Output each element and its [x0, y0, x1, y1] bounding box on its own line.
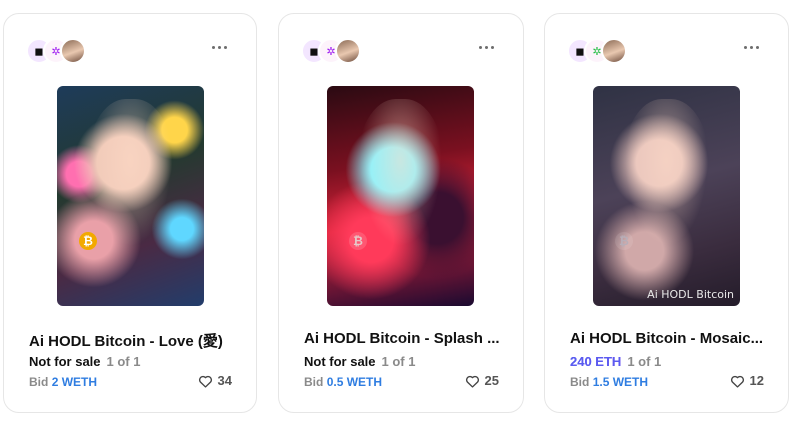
artwork-figure	[86, 99, 175, 254]
status-text: Not for sale	[304, 354, 376, 369]
nft-card[interactable]: ◼ ✲ ₿ Ai HODL Bitcoin - Love (愛) Not for…	[3, 13, 257, 413]
heart-icon	[730, 375, 744, 388]
like-button[interactable]: 34	[198, 373, 232, 388]
more-options-icon[interactable]	[744, 42, 762, 52]
bid-info: Bid 1.5 WETH	[570, 375, 648, 389]
creator-avatars: ◼ ✲	[567, 38, 637, 64]
nft-card[interactable]: ◼ ✲ ₿ Ai HODL Bitcoin Ai HODL Bitcoin - …	[544, 13, 789, 413]
sale-status: Not for sale 1 of 1	[304, 354, 415, 369]
owner-avatar[interactable]	[60, 38, 86, 64]
artwork-figure	[622, 99, 711, 254]
nft-artwork[interactable]: ₿	[57, 86, 204, 306]
bitcoin-icon: ₿	[79, 232, 97, 250]
more-options-icon[interactable]	[479, 42, 497, 52]
like-button[interactable]: 25	[465, 373, 499, 388]
like-count: 12	[749, 373, 764, 388]
bid-info: Bid 2 WETH	[29, 375, 97, 389]
bid-label: Bid	[29, 375, 49, 389]
more-options-icon[interactable]	[212, 42, 230, 52]
owner-avatar[interactable]	[601, 38, 627, 64]
edition-count: 1 of 1	[106, 354, 141, 369]
creator-avatars: ◼ ✲	[301, 38, 371, 64]
creator-avatars: ◼ ✲	[26, 38, 96, 64]
heart-icon	[198, 375, 212, 388]
bid-amount: 0.5 WETH	[326, 375, 383, 389]
edition-count: 1 of 1	[381, 354, 416, 369]
sale-status: 240 ETH 1 of 1	[570, 354, 661, 369]
nft-title[interactable]: Ai HODL Bitcoin - Splash ...	[304, 330, 505, 347]
bid-amount: 2 WETH	[51, 375, 98, 389]
artwork-figure	[356, 99, 445, 254]
bid-amount: 1.5 WETH	[592, 375, 649, 389]
sale-status: Not for sale 1 of 1	[29, 354, 140, 369]
bitcoin-icon: ₿	[349, 232, 367, 250]
bid-label: Bid	[570, 375, 590, 389]
nft-card[interactable]: ◼ ✲ ₿ Ai HODL Bitcoin - Splash ... Not f…	[278, 13, 524, 413]
bid-label: Bid	[304, 375, 324, 389]
nft-title[interactable]: Ai HODL Bitcoin - Love (愛)	[29, 330, 238, 351]
bid-info: Bid 0.5 WETH	[304, 375, 382, 389]
like-count: 34	[217, 373, 232, 388]
like-count: 25	[484, 373, 499, 388]
owner-avatar[interactable]	[335, 38, 361, 64]
nft-artwork[interactable]: ₿ Ai HODL Bitcoin	[593, 86, 740, 306]
like-button[interactable]: 12	[730, 373, 764, 388]
nft-title[interactable]: Ai HODL Bitcoin - Mosaic...	[570, 330, 770, 347]
edition-count: 1 of 1	[627, 354, 662, 369]
heart-icon	[465, 375, 479, 388]
artwork-watermark: Ai HODL Bitcoin	[647, 288, 734, 301]
price-text: 240 ETH	[570, 354, 622, 369]
nft-artwork[interactable]: ₿	[327, 86, 474, 306]
bitcoin-icon: ₿	[615, 232, 633, 250]
status-text: Not for sale	[29, 354, 101, 369]
